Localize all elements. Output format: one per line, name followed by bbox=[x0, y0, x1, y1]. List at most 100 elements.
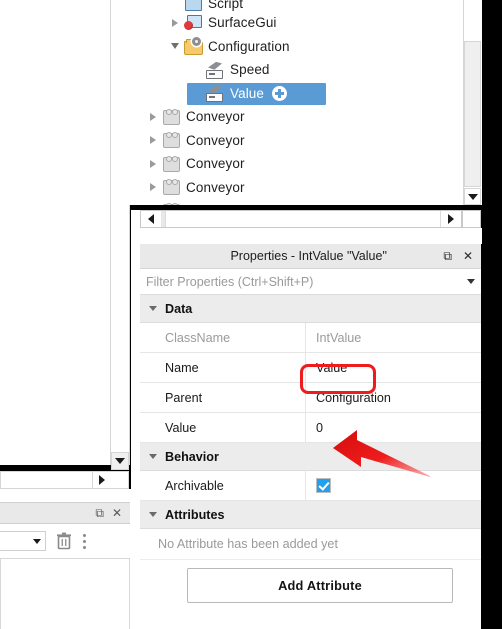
undock-icon[interactable]: ⧉ bbox=[95, 507, 104, 519]
filter-properties-input[interactable]: Filter Properties (Ctrl+Shift+P) bbox=[146, 275, 467, 289]
chevron-left-icon bbox=[148, 214, 154, 224]
trash-icon[interactable] bbox=[56, 532, 72, 550]
screenshot-background bbox=[482, 0, 502, 629]
explorer-tree: Script SurfaceGui Configuration Speed Value C… bbox=[131, 0, 463, 205]
chevron-right-icon bbox=[448, 214, 454, 224]
tree-item-label: Speed bbox=[230, 62, 270, 78]
studio-screenshot: ⧉ ✕ Script SurfaceGui Configuration Spee… bbox=[0, 0, 502, 629]
undock-icon[interactable]: ⧉ bbox=[443, 250, 452, 262]
explorer-scroll-down-button[interactable] bbox=[464, 188, 481, 205]
tree-item-script[interactable]: Script bbox=[131, 0, 463, 11]
tree-item-conveyor[interactable]: Conveyor bbox=[131, 199, 463, 205]
tree-item-conveyor[interactable]: Conveyor bbox=[131, 176, 463, 200]
add-child-plus-icon[interactable] bbox=[272, 85, 288, 101]
property-group-attributes[interactable]: Attributes bbox=[140, 501, 481, 529]
tree-item-label: Value bbox=[230, 85, 265, 101]
close-icon[interactable]: ✕ bbox=[463, 250, 473, 262]
configuration-folder-icon bbox=[183, 37, 203, 56]
chevron-down-icon[interactable] bbox=[140, 454, 165, 459]
add-attribute-button-wrapper: Add Attribute bbox=[140, 560, 481, 603]
property-group-data[interactable]: Data bbox=[140, 295, 481, 323]
panel-gap bbox=[131, 228, 482, 244]
property-value: IntValue bbox=[305, 323, 481, 352]
expand-arrow-icon[interactable] bbox=[145, 183, 161, 192]
property-value[interactable]: Value bbox=[305, 353, 481, 382]
property-key: Archivable bbox=[165, 478, 224, 493]
property-key: ClassName bbox=[165, 330, 231, 345]
left-dock-content bbox=[0, 558, 130, 629]
tree-item-label: Conveyor bbox=[186, 179, 245, 195]
chevron-down-icon bbox=[467, 193, 478, 200]
left-panel-horizontal-scrollbar[interactable] bbox=[0, 471, 129, 489]
intvalue-icon bbox=[205, 61, 225, 79]
explorer-panel: Script SurfaceGui Configuration Speed Value C… bbox=[131, 0, 463, 205]
archivable-checkbox[interactable] bbox=[316, 478, 331, 493]
properties-titlebar: Properties - IntValue "Value" ⧉ ✕ bbox=[140, 244, 481, 269]
chevron-down-icon[interactable] bbox=[140, 306, 165, 311]
scroll-left-button[interactable] bbox=[141, 211, 161, 227]
explorer-scroll-thumb[interactable] bbox=[464, 41, 481, 187]
tree-item-label: Conveyor bbox=[186, 109, 245, 125]
explorer-scrollbar-edge bbox=[131, 210, 140, 228]
chevron-down-icon[interactable] bbox=[467, 279, 475, 284]
tree-item-label: Script bbox=[208, 0, 244, 11]
expand-arrow-icon[interactable] bbox=[145, 159, 161, 168]
property-group-behavior[interactable]: Behavior bbox=[140, 443, 481, 471]
chevron-right-icon bbox=[99, 475, 105, 485]
chevron-down-icon[interactable] bbox=[140, 512, 165, 517]
tree-item-value-selected[interactable]: Value bbox=[131, 82, 463, 106]
property-row-value[interactable]: Value 0 bbox=[140, 413, 481, 443]
property-row-archivable[interactable]: Archivable bbox=[140, 471, 481, 501]
tree-item-label: Conveyor bbox=[186, 132, 245, 148]
scroll-right-button[interactable] bbox=[92, 472, 111, 488]
scroll-right-button[interactable] bbox=[441, 211, 461, 227]
explorer-vertical-scrollbar[interactable] bbox=[463, 0, 482, 205]
left-dock-dropdown[interactable] bbox=[0, 531, 46, 551]
left-panel-gutter bbox=[111, 0, 130, 465]
filter-properties-row[interactable]: Filter Properties (Ctrl+Shift+P) bbox=[140, 269, 481, 295]
property-group-label: Behavior bbox=[165, 449, 219, 464]
tree-item-label: SurfaceGui bbox=[208, 15, 277, 31]
tree-item-conveyor[interactable]: Conveyor bbox=[131, 152, 463, 176]
property-key: Parent bbox=[165, 390, 203, 405]
tree-item-speed[interactable]: Speed bbox=[131, 58, 463, 82]
close-icon[interactable]: ✕ bbox=[112, 507, 122, 519]
part-brick-icon bbox=[161, 178, 181, 196]
more-vertical-icon[interactable] bbox=[82, 533, 87, 550]
properties-panel: Properties - IntValue "Value" ⧉ ✕ Filter… bbox=[140, 244, 481, 629]
tree-item-configuration[interactable]: Configuration bbox=[131, 35, 463, 59]
tree-item-label: Configuration bbox=[208, 38, 290, 54]
scrollbar-corner bbox=[462, 210, 481, 228]
intvalue-icon bbox=[205, 84, 225, 103]
tree-item-conveyor[interactable]: Conveyor bbox=[131, 105, 463, 129]
left-panel-scroll-down-button[interactable] bbox=[111, 452, 129, 470]
scroll-track[interactable] bbox=[165, 211, 441, 227]
property-row-name[interactable]: Name Value bbox=[140, 353, 481, 383]
surfacegui-icon bbox=[183, 14, 203, 32]
property-key: Name bbox=[165, 360, 199, 375]
part-brick-icon bbox=[161, 155, 181, 173]
part-brick-icon bbox=[161, 108, 181, 126]
chevron-down-icon bbox=[33, 538, 41, 544]
script-icon bbox=[183, 0, 203, 11]
property-group-label: Attributes bbox=[165, 507, 225, 522]
left-dock-toolbar bbox=[0, 524, 130, 558]
tree-item-conveyor[interactable]: Conveyor bbox=[131, 129, 463, 153]
property-value[interactable] bbox=[305, 471, 481, 500]
left-dock-titlebar: ⧉ ✕ bbox=[0, 502, 130, 524]
tree-item-label: Conveyor bbox=[186, 156, 245, 172]
explorer-horizontal-scrollbar[interactable] bbox=[140, 210, 462, 228]
property-row-parent[interactable]: Parent Configuration bbox=[140, 383, 481, 413]
tree-item-surfacegui[interactable]: SurfaceGui bbox=[131, 11, 463, 35]
expand-arrow-icon[interactable] bbox=[167, 18, 183, 27]
expand-arrow-icon[interactable] bbox=[145, 136, 161, 145]
add-attribute-button[interactable]: Add Attribute bbox=[187, 568, 453, 603]
properties-left-edge bbox=[131, 244, 140, 629]
properties-title: Properties - IntValue "Value" bbox=[230, 249, 387, 263]
collapse-arrow-icon[interactable] bbox=[167, 43, 183, 50]
property-key: Value bbox=[165, 420, 197, 435]
expand-arrow-icon[interactable] bbox=[145, 112, 161, 121]
property-value[interactable]: Configuration bbox=[305, 383, 481, 412]
property-value[interactable]: 0 bbox=[305, 413, 481, 442]
property-row-classname[interactable]: ClassName IntValue bbox=[140, 323, 481, 353]
